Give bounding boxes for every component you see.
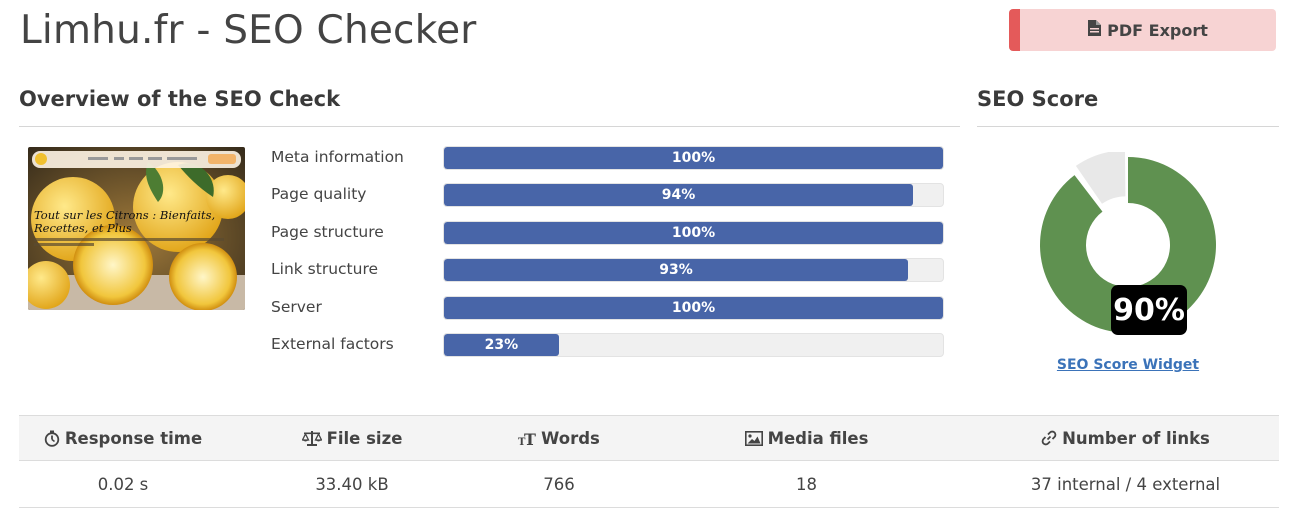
metric-bar-fill: 23% [444, 334, 559, 356]
stats-header-label: Response time [64, 428, 203, 448]
metric-label: Page structure [271, 223, 384, 241]
metric-bar-fill: 94% [444, 184, 914, 206]
stats-header-number-of-links: Number of links [972, 416, 1279, 460]
overview-divider [19, 126, 960, 127]
stats-value-media-files: 18 [796, 474, 817, 494]
image-icon [744, 430, 763, 446]
metric-label: Meta information [271, 148, 404, 166]
metric-label: Link structure [271, 260, 379, 278]
seo-score-widget-link[interactable]: SEO Score Widget [1057, 357, 1199, 373]
metric-bar-track: 94% [443, 183, 944, 207]
metric-label: Page quality [271, 185, 367, 203]
stats-header-media-files: Media files [641, 416, 972, 460]
link-icon [1041, 430, 1057, 446]
metric-bar-track: 100% [443, 221, 944, 245]
stats-value-row: 0.02 s 33.40 kB 766 18 37 internal / 4 e… [19, 461, 1279, 508]
pdf-export-button[interactable]: PDF Export [1009, 9, 1276, 51]
stats-header-file-size: File size [227, 416, 477, 460]
stats-value-file-size: 33.40 kB [315, 474, 389, 494]
site-screenshot: Tout sur les Citrons : Bienfaits, Recett… [28, 147, 245, 310]
stats-value-words: 766 [543, 474, 575, 494]
stats-header-response-time: Response time [19, 416, 227, 460]
metric-bar-fill: 100% [444, 147, 943, 169]
stats-table: Response time File size TT Words Media f… [19, 415, 1279, 508]
overview-heading: Overview of the SEO Check [19, 87, 341, 111]
stats-value-response-time: 0.02 s [97, 474, 149, 494]
score-heading: SEO Score [977, 87, 1099, 111]
svg-text:Recettes, et Plus: Recettes, et Plus [33, 221, 132, 235]
file-pdf-icon [1088, 20, 1102, 40]
svg-text:Tout sur les Citrons : Bienfai: Tout sur les Citrons : Bienfaits, [34, 208, 215, 222]
stats-header-row: Response time File size TT Words Media f… [19, 415, 1279, 461]
stats-value-number-of-links: 37 internal / 4 external [1030, 474, 1221, 494]
page-title: Limhu.fr - SEO Checker [20, 8, 477, 53]
seo-score-value: 90% [1111, 285, 1187, 335]
metric-bar-track: 100% [443, 296, 944, 320]
metric-bar-fill: 100% [444, 297, 943, 319]
stats-header-words: TT Words [477, 416, 641, 460]
metric-bar-track: 23% [443, 333, 944, 357]
stats-header-label: Number of links [1062, 428, 1210, 448]
metric-bar-track: 93% [443, 258, 944, 282]
scale-icon [301, 430, 322, 446]
metric-label: Server [271, 298, 322, 316]
text-size-icon: TT [518, 430, 536, 446]
metric-label: External factors [271, 335, 394, 353]
score-divider [977, 126, 1279, 127]
metric-bar-fill: 100% [444, 222, 943, 244]
pdf-export-label: PDF Export [1107, 20, 1208, 40]
metric-bar-track: 100% [443, 146, 944, 170]
stats-header-label: File size [326, 428, 403, 448]
stopwatch-icon [44, 430, 60, 447]
metric-bar-fill: 93% [444, 259, 909, 281]
svg-text:T: T [524, 430, 536, 446]
stats-header-label: Media files [767, 428, 869, 448]
stats-header-label: Words [541, 428, 600, 448]
